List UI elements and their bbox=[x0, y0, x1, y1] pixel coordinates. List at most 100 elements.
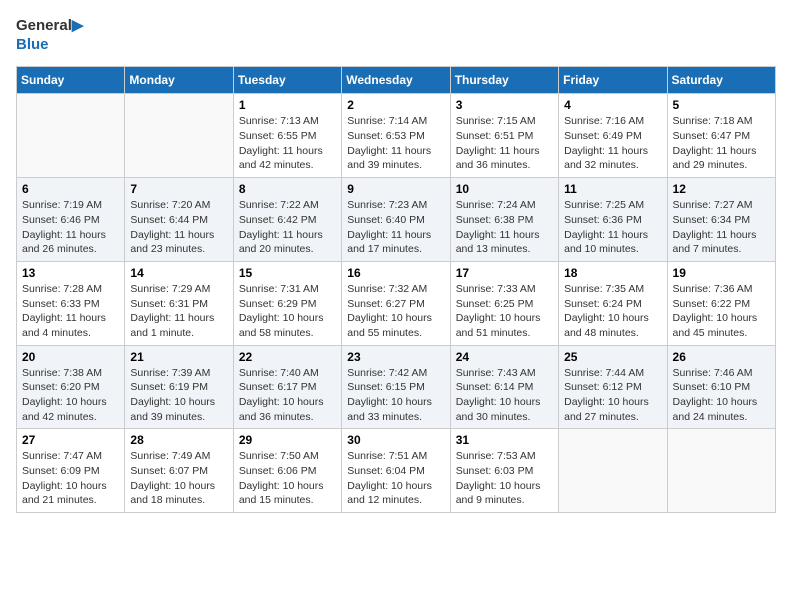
day-number: 29 bbox=[239, 433, 336, 447]
day-info: Sunrise: 7:53 AMSunset: 6:03 PMDaylight:… bbox=[456, 449, 553, 508]
day-number: 9 bbox=[347, 182, 444, 196]
day-info: Sunrise: 7:13 AMSunset: 6:55 PMDaylight:… bbox=[239, 114, 336, 173]
calendar-cell: 21 Sunrise: 7:39 AMSunset: 6:19 PMDayligh… bbox=[125, 345, 233, 429]
day-info: Sunrise: 7:33 AMSunset: 6:25 PMDaylight:… bbox=[456, 282, 553, 341]
calendar-cell: 10 Sunrise: 7:24 AMSunset: 6:38 PMDayligh… bbox=[450, 178, 558, 262]
day-number: 7 bbox=[130, 182, 227, 196]
calendar-cell: 30 Sunrise: 7:51 AMSunset: 6:04 PMDayligh… bbox=[342, 429, 450, 513]
calendar-cell: 11 Sunrise: 7:25 AMSunset: 6:36 PMDayligh… bbox=[559, 178, 667, 262]
calendar-cell: 7 Sunrise: 7:20 AMSunset: 6:44 PMDaylight… bbox=[125, 178, 233, 262]
day-number: 30 bbox=[347, 433, 444, 447]
weekday-header-tuesday: Tuesday bbox=[233, 67, 341, 94]
day-info: Sunrise: 7:38 AMSunset: 6:20 PMDaylight:… bbox=[22, 366, 119, 425]
logo-block: General▶ Blue bbox=[16, 16, 83, 54]
calendar-cell: 13 Sunrise: 7:28 AMSunset: 6:33 PMDayligh… bbox=[17, 261, 125, 345]
calendar-cell bbox=[667, 429, 775, 513]
day-info: Sunrise: 7:32 AMSunset: 6:27 PMDaylight:… bbox=[347, 282, 444, 341]
calendar-cell bbox=[17, 94, 125, 178]
calendar-cell: 22 Sunrise: 7:40 AMSunset: 6:17 PMDayligh… bbox=[233, 345, 341, 429]
calendar-cell: 14Sunrise: 7:29 AMSunset: 6:31 PMDayligh… bbox=[125, 261, 233, 345]
calendar-cell: 1 Sunrise: 7:13 AMSunset: 6:55 PMDaylight… bbox=[233, 94, 341, 178]
calendar-cell: 25Sunrise: 7:44 AMSunset: 6:12 PMDayligh… bbox=[559, 345, 667, 429]
calendar-cell: 17 Sunrise: 7:33 AMSunset: 6:25 PMDayligh… bbox=[450, 261, 558, 345]
day-number: 20 bbox=[22, 350, 119, 364]
day-number: 6 bbox=[22, 182, 119, 196]
calendar-cell: 5Sunrise: 7:18 AMSunset: 6:47 PMDaylight… bbox=[667, 94, 775, 178]
weekday-header-row: SundayMondayTuesdayWednesdayThursdayFrid… bbox=[17, 67, 776, 94]
day-number: 22 bbox=[239, 350, 336, 364]
calendar-cell: 6 Sunrise: 7:19 AMSunset: 6:46 PMDaylight… bbox=[17, 178, 125, 262]
calendar-cell bbox=[125, 94, 233, 178]
calendar-week-5: 27 Sunrise: 7:47 AMSunset: 6:09 PMDayligh… bbox=[17, 429, 776, 513]
day-number: 1 bbox=[239, 98, 336, 112]
calendar-cell: 2 Sunrise: 7:14 AMSunset: 6:53 PMDaylight… bbox=[342, 94, 450, 178]
day-info: Sunrise: 7:28 AMSunset: 6:33 PMDaylight:… bbox=[22, 282, 119, 341]
day-info: Sunrise: 7:35 AMSunset: 6:24 PMDaylight:… bbox=[564, 282, 661, 341]
calendar-cell: 12 Sunrise: 7:27 AMSunset: 6:34 PMDayligh… bbox=[667, 178, 775, 262]
day-number: 12 bbox=[673, 182, 770, 196]
calendar-cell bbox=[559, 429, 667, 513]
calendar-week-1: 1 Sunrise: 7:13 AMSunset: 6:55 PMDaylight… bbox=[17, 94, 776, 178]
day-number: 10 bbox=[456, 182, 553, 196]
calendar-cell: 24 Sunrise: 7:43 AMSunset: 6:14 PMDayligh… bbox=[450, 345, 558, 429]
day-number: 26 bbox=[673, 350, 770, 364]
calendar-week-4: 20 Sunrise: 7:38 AMSunset: 6:20 PMDayligh… bbox=[17, 345, 776, 429]
day-info: Sunrise: 7:40 AMSunset: 6:17 PMDaylight:… bbox=[239, 366, 336, 425]
day-number: 2 bbox=[347, 98, 444, 112]
day-info: Sunrise: 7:24 AMSunset: 6:38 PMDaylight:… bbox=[456, 198, 553, 257]
day-number: 27 bbox=[22, 433, 119, 447]
calendar-cell: 9Sunrise: 7:23 AMSunset: 6:40 PMDaylight… bbox=[342, 178, 450, 262]
day-number: 17 bbox=[456, 266, 553, 280]
day-info: Sunrise: 7:20 AMSunset: 6:44 PMDaylight:… bbox=[130, 198, 227, 257]
day-info: Sunrise: 7:14 AMSunset: 6:53 PMDaylight:… bbox=[347, 114, 444, 173]
page-header: General▶ Blue bbox=[16, 16, 776, 54]
calendar-cell: 28Sunrise: 7:49 AMSunset: 6:07 PMDayligh… bbox=[125, 429, 233, 513]
day-info: Sunrise: 7:22 AMSunset: 6:42 PMDaylight:… bbox=[239, 198, 336, 257]
day-number: 16 bbox=[347, 266, 444, 280]
day-info: Sunrise: 7:27 AMSunset: 6:34 PMDaylight:… bbox=[673, 198, 770, 257]
calendar-cell: 18 Sunrise: 7:35 AMSunset: 6:24 PMDayligh… bbox=[559, 261, 667, 345]
day-number: 15 bbox=[239, 266, 336, 280]
calendar-week-3: 13 Sunrise: 7:28 AMSunset: 6:33 PMDayligh… bbox=[17, 261, 776, 345]
day-number: 23 bbox=[347, 350, 444, 364]
day-info: Sunrise: 7:16 AMSunset: 6:49 PMDaylight:… bbox=[564, 114, 661, 173]
day-info: Sunrise: 7:39 AMSunset: 6:19 PMDaylight:… bbox=[130, 366, 227, 425]
weekday-header-saturday: Saturday bbox=[667, 67, 775, 94]
calendar-cell: 26 Sunrise: 7:46 AMSunset: 6:10 PMDayligh… bbox=[667, 345, 775, 429]
day-info: Sunrise: 7:36 AMSunset: 6:22 PMDaylight:… bbox=[673, 282, 770, 341]
weekday-header-friday: Friday bbox=[559, 67, 667, 94]
calendar-cell: 4 Sunrise: 7:16 AMSunset: 6:49 PMDaylight… bbox=[559, 94, 667, 178]
weekday-header-sunday: Sunday bbox=[17, 67, 125, 94]
calendar-cell: 29Sunrise: 7:50 AMSunset: 6:06 PMDayligh… bbox=[233, 429, 341, 513]
day-number: 8 bbox=[239, 182, 336, 196]
day-number: 19 bbox=[673, 266, 770, 280]
day-info: Sunrise: 7:19 AMSunset: 6:46 PMDaylight:… bbox=[22, 198, 119, 257]
calendar-cell: 31 Sunrise: 7:53 AMSunset: 6:03 PMDayligh… bbox=[450, 429, 558, 513]
calendar-table: SundayMondayTuesdayWednesdayThursdayFrid… bbox=[16, 66, 776, 513]
day-info: Sunrise: 7:47 AMSunset: 6:09 PMDaylight:… bbox=[22, 449, 119, 508]
calendar-cell: 20 Sunrise: 7:38 AMSunset: 6:20 PMDayligh… bbox=[17, 345, 125, 429]
calendar-cell: 27 Sunrise: 7:47 AMSunset: 6:09 PMDayligh… bbox=[17, 429, 125, 513]
day-number: 18 bbox=[564, 266, 661, 280]
calendar-cell: 3Sunrise: 7:15 AMSunset: 6:51 PMDaylight… bbox=[450, 94, 558, 178]
weekday-header-thursday: Thursday bbox=[450, 67, 558, 94]
calendar-cell: 23 Sunrise: 7:42 AMSunset: 6:15 PMDayligh… bbox=[342, 345, 450, 429]
logo: General▶ Blue bbox=[16, 16, 83, 54]
day-number: 21 bbox=[130, 350, 227, 364]
day-number: 14 bbox=[130, 266, 227, 280]
day-info: Sunrise: 7:31 AMSunset: 6:29 PMDaylight:… bbox=[239, 282, 336, 341]
day-info: Sunrise: 7:46 AMSunset: 6:10 PMDaylight:… bbox=[673, 366, 770, 425]
day-info: Sunrise: 7:42 AMSunset: 6:15 PMDaylight:… bbox=[347, 366, 444, 425]
calendar-cell: 19 Sunrise: 7:36 AMSunset: 6:22 PMDayligh… bbox=[667, 261, 775, 345]
day-info: Sunrise: 7:25 AMSunset: 6:36 PMDaylight:… bbox=[564, 198, 661, 257]
day-number: 25 bbox=[564, 350, 661, 364]
day-number: 31 bbox=[456, 433, 553, 447]
calendar-week-2: 6 Sunrise: 7:19 AMSunset: 6:46 PMDaylight… bbox=[17, 178, 776, 262]
day-number: 13 bbox=[22, 266, 119, 280]
day-number: 24 bbox=[456, 350, 553, 364]
day-info: Sunrise: 7:18 AMSunset: 6:47 PMDaylight:… bbox=[673, 114, 770, 173]
day-info: Sunrise: 7:43 AMSunset: 6:14 PMDaylight:… bbox=[456, 366, 553, 425]
day-info: Sunrise: 7:51 AMSunset: 6:04 PMDaylight:… bbox=[347, 449, 444, 508]
day-number: 11 bbox=[564, 182, 661, 196]
day-number: 4 bbox=[564, 98, 661, 112]
